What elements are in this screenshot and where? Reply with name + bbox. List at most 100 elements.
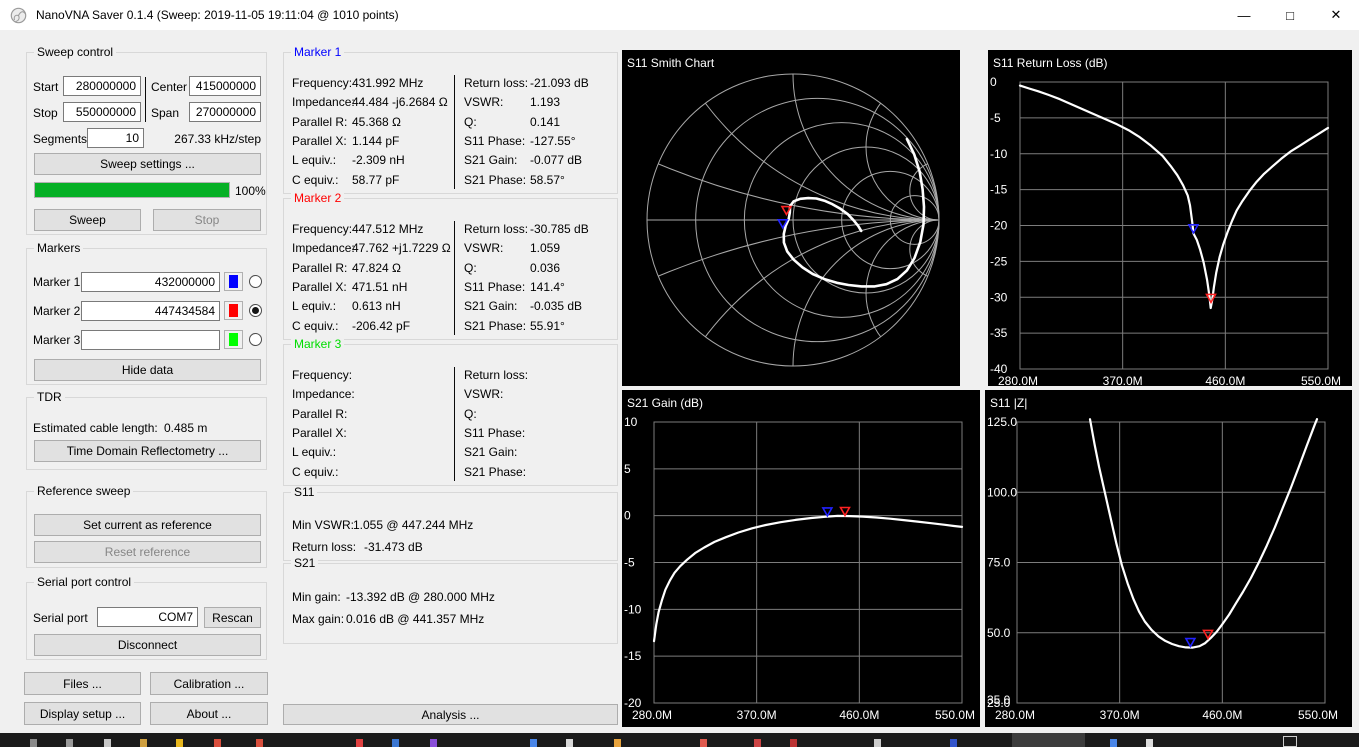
sweep-settings-button[interactable]: Sweep settings ... <box>34 153 261 175</box>
calibration-button[interactable]: Calibration ... <box>150 672 268 695</box>
marker-field-value: 0.036 <box>530 260 561 275</box>
marker-2-frequency-input[interactable] <box>81 301 220 321</box>
marker-field-label: Return loss: <box>464 76 529 90</box>
center-label: Center <box>151 80 188 94</box>
files-button[interactable]: Files ... <box>24 672 141 695</box>
stop-input[interactable] <box>63 102 141 122</box>
taskbar-icon-fragment[interactable] <box>66 739 73 747</box>
min-vswr-label: Min VSWR: <box>292 518 355 532</box>
marker-field-value: 1.193 <box>530 95 561 110</box>
marker-field-value: -0.035 dB <box>530 299 583 314</box>
marker-field-label: Parallel R: <box>292 406 348 421</box>
marker-1-color-swatch[interactable] <box>224 272 243 291</box>
svg-text:0: 0 <box>624 509 631 523</box>
titlebar[interactable]: NanoVNA Saver 0.1.4 (Sweep: 2019-11-05 1… <box>0 0 1359 30</box>
taskbar-tray-icon[interactable] <box>1283 736 1297 747</box>
about-button[interactable]: About ... <box>150 702 268 725</box>
svg-text:S11 Return Loss (dB): S11 Return Loss (dB) <box>993 56 1108 70</box>
reference-sweep-label: Reference sweep <box>34 484 134 499</box>
set-reference-button[interactable]: Set current as reference <box>34 514 261 536</box>
marker-1-radio[interactable] <box>249 275 262 288</box>
svg-text:-5: -5 <box>624 556 635 570</box>
marker-field-label: S21 Phase: <box>464 318 527 333</box>
marker-field-value: 0.141 <box>530 114 561 129</box>
marker-3-color-swatch[interactable] <box>224 330 243 349</box>
marker-1-frequency-input[interactable] <box>81 272 220 292</box>
s11-return-loss-db-chart[interactable]: S11 Return Loss (dB) 0 -5 -10 -15 -20 -25 -30 -3… <box>988 50 1352 386</box>
window-controls: — □ ✕ <box>1221 0 1359 30</box>
step-size-text: 267.33 kHz/step <box>174 132 261 146</box>
tdr-button[interactable]: Time Domain Reflectometry ... <box>34 440 261 462</box>
span-label: Span <box>151 106 180 120</box>
marker-field-label: Frequency: <box>292 76 353 90</box>
taskbar-icon-fragment[interactable] <box>176 739 183 747</box>
taskbar-icon-fragment[interactable] <box>874 739 881 747</box>
sweep-button[interactable]: Sweep <box>34 209 141 231</box>
maximize-button[interactable]: □ <box>1267 0 1313 30</box>
center-input[interactable] <box>189 76 261 96</box>
taskbar-icon-fragment[interactable] <box>30 739 37 747</box>
sweep-column-divider <box>145 77 146 122</box>
taskbar-icon-fragment[interactable] <box>140 739 147 747</box>
marker-field-label: S11 Phase: <box>464 425 526 440</box>
marker-3-radio[interactable] <box>249 333 262 346</box>
close-button[interactable]: ✕ <box>1313 0 1359 30</box>
serial-port-input[interactable] <box>97 607 198 627</box>
taskbar[interactable] <box>0 733 1359 747</box>
marker-field-value: -21.093 dB <box>530 76 589 90</box>
svg-text:-5: -5 <box>990 111 1001 125</box>
svg-text:550.0M: 550.0M <box>1301 374 1341 386</box>
marker-3-frequency-input[interactable] <box>81 330 220 350</box>
marker-field-label: Parallel R: <box>292 260 348 275</box>
marker-2-color-swatch[interactable] <box>224 301 243 320</box>
reset-reference-button[interactable]: Reset reference <box>34 541 261 563</box>
taskbar-icon-fragment[interactable] <box>1110 739 1117 747</box>
max-gain-value: 0.016 dB @ 441.357 MHz <box>346 612 485 626</box>
marker-field-label: VSWR: <box>464 387 504 402</box>
marker-field-label: C equiv.: <box>292 318 339 333</box>
taskbar-icon-fragment[interactable] <box>104 739 111 747</box>
taskbar-icon-fragment[interactable] <box>430 739 437 747</box>
taskbar-icon-fragment[interactable] <box>356 739 363 747</box>
marker-panel-divider <box>454 75 455 189</box>
analysis-button[interactable]: Analysis ... <box>283 704 618 725</box>
rescan-button[interactable]: Rescan <box>204 607 261 628</box>
start-input[interactable] <box>63 76 141 96</box>
taskbar-icon-fragment[interactable] <box>566 739 573 747</box>
marker-field-label: Return loss: <box>464 222 529 236</box>
stop-button[interactable]: Stop <box>153 209 261 231</box>
serial-port-label: Serial port <box>33 611 88 625</box>
taskbar-active-app[interactable] <box>1012 733 1085 747</box>
segments-input[interactable] <box>87 128 144 148</box>
marker-panel-divider <box>454 221 455 335</box>
app-window: NanoVNA Saver 0.1.4 (Sweep: 2019-11-05 1… <box>0 0 1359 733</box>
max-gain-label: Max gain: <box>292 612 345 626</box>
span-input[interactable] <box>189 102 261 122</box>
taskbar-icon-fragment[interactable] <box>530 739 537 747</box>
marker-field-label: S11 Phase: <box>464 279 526 294</box>
marker-2-radio[interactable] <box>249 304 262 317</box>
s21-gain-db-chart[interactable]: S21 Gain (dB)1050-5-10-15-20280.0M 370.0M… <box>622 390 980 727</box>
taskbar-icon-fragment[interactable] <box>700 739 707 747</box>
serial-port-group-label: Serial port control <box>34 575 135 590</box>
hide-data-button[interactable]: Hide data <box>34 359 261 381</box>
taskbar-icon-fragment[interactable] <box>754 739 761 747</box>
taskbar-icon-fragment[interactable] <box>214 739 221 747</box>
taskbar-icon-fragment[interactable] <box>392 739 399 747</box>
marker-field-label: S21 Phase: <box>464 464 527 479</box>
taskbar-icon-fragment[interactable] <box>614 739 621 747</box>
s11-z-chart[interactable]: S11 |Z| 125.0 100.0 75.0 50.0 280.0M 370.0M 460… <box>985 390 1352 727</box>
disconnect-button[interactable]: Disconnect <box>34 634 261 656</box>
minimize-button[interactable]: — <box>1221 0 1267 30</box>
taskbar-icon-fragment[interactable] <box>1146 739 1153 747</box>
s11-smith-chart-chart[interactable]: S11 Smith Chart <box>622 50 960 386</box>
marker-field-label: Return loss: <box>464 368 529 382</box>
taskbar-icon-fragment[interactable] <box>256 739 263 747</box>
marker-field-label: Impedance: <box>292 95 355 110</box>
marker-field-value: -2.309 nH <box>352 153 405 168</box>
taskbar-icon-fragment[interactable] <box>950 739 957 747</box>
svg-text:5: 5 <box>624 462 631 476</box>
marker-field-label: S21 Gain: <box>464 445 518 460</box>
taskbar-icon-fragment[interactable] <box>790 739 797 747</box>
display-setup-button[interactable]: Display setup ... <box>24 702 141 725</box>
